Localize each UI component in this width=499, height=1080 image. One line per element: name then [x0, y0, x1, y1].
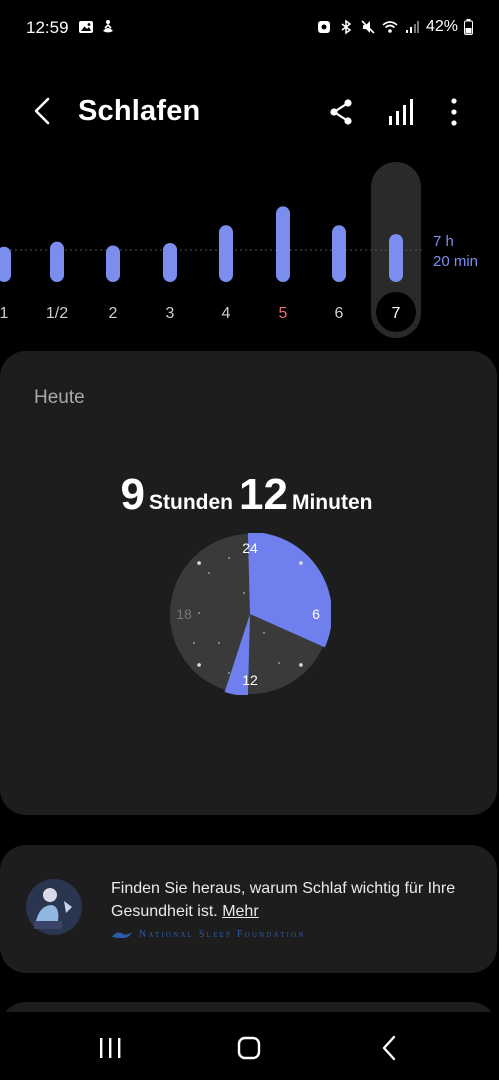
hour-dot	[197, 561, 201, 565]
star	[198, 612, 200, 614]
day-label[interactable]: 3	[166, 305, 175, 322]
source-attribution: National Sleep Foundation	[111, 928, 306, 940]
star	[208, 572, 210, 574]
mute-icon	[361, 20, 375, 34]
signal-icon	[405, 21, 419, 33]
star	[243, 592, 245, 594]
sleep-illustration-icon	[26, 879, 86, 935]
share-icon[interactable]	[326, 96, 356, 128]
star	[193, 642, 195, 644]
sleep-duration: 9 Stunden 12 Minuten	[0, 470, 499, 520]
day-bar[interactable]	[389, 234, 403, 282]
more-vert-icon[interactable]	[440, 96, 470, 128]
battery-icon	[464, 19, 473, 35]
day-bar[interactable]	[332, 225, 346, 282]
tip-body: Finden Sie heraus, warum Schlaf wichtig …	[111, 880, 456, 920]
battery-percent: 42%	[425, 18, 458, 35]
star	[228, 557, 230, 559]
page-title: Schlafen	[78, 95, 201, 127]
status-icons-left	[78, 19, 116, 35]
yoga-icon	[103, 20, 113, 33]
average-minutes: 20 min	[433, 253, 479, 270]
nav-back-icon[interactable]	[370, 1030, 410, 1066]
hours-value: 9	[120, 470, 146, 519]
sleep-clock: 24 6 12 18	[170, 533, 331, 695]
star	[218, 642, 220, 644]
day-bar[interactable]	[106, 245, 120, 282]
gallery-icon	[79, 21, 93, 33]
day-bar[interactable]	[219, 225, 233, 282]
hour-dot	[299, 663, 303, 667]
clock-label-right: 6	[312, 606, 320, 622]
average-sleep-label: 7 h 20 min	[433, 232, 478, 272]
hour-dot	[299, 561, 303, 565]
day-bar[interactable]	[276, 206, 290, 282]
clock-label-top: 24	[242, 540, 258, 556]
wifi-icon	[382, 21, 398, 33]
day-label[interactable]: 6	[335, 305, 344, 322]
today-label: Heute	[34, 387, 85, 408]
clock-label-left: 18	[176, 606, 192, 622]
recents-icon[interactable]	[90, 1030, 130, 1066]
home-icon[interactable]	[229, 1030, 269, 1066]
back-arrow-icon[interactable]	[28, 95, 60, 127]
minutes-unit: Minuten	[291, 491, 373, 514]
star	[263, 632, 265, 634]
day-bar[interactable]	[50, 241, 64, 282]
day-bar[interactable]	[163, 242, 177, 282]
day-label[interactable]: 5	[279, 305, 288, 322]
more-link[interactable]: Mehr	[222, 903, 258, 920]
vpn-icon	[317, 21, 330, 33]
status-time: 12:59	[26, 18, 69, 37]
day-label[interactable]: 1	[0, 305, 9, 322]
day-label[interactable]: 1/2	[46, 305, 68, 322]
bar-chart-icon[interactable]	[386, 96, 416, 128]
status-icons-right: 42%	[316, 18, 473, 36]
day-label[interactable]: 2	[109, 305, 118, 322]
hours-unit: Stunden	[149, 491, 234, 514]
source-name: National Sleep Foundation	[139, 928, 306, 940]
nsf-logo-icon	[112, 932, 132, 939]
minutes-value: 12	[239, 470, 288, 519]
average-hours: 7 h	[433, 233, 454, 250]
tip-text: Finden Sie heraus, warum Schlaf wichtig …	[111, 877, 471, 923]
day-label[interactable]: 4	[222, 305, 231, 322]
star	[278, 662, 280, 664]
clock-label-bottom: 12	[242, 672, 258, 688]
bluetooth-icon	[341, 19, 352, 35]
week-sleep-chart: 1 1/2 2 3 4 5 6 7	[0, 206, 425, 332]
hour-dot	[197, 663, 201, 667]
star	[228, 672, 230, 674]
day-bar[interactable]	[0, 246, 11, 282]
day-label[interactable]: 7	[392, 305, 401, 322]
